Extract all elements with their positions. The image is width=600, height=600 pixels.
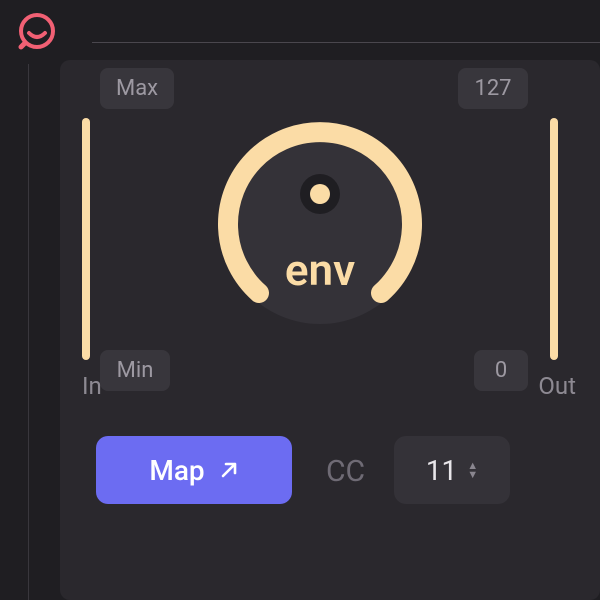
cc-value-stepper[interactable]: 11 ▲▼ xyxy=(394,436,510,504)
min-value: 0 xyxy=(474,350,528,391)
left-divider xyxy=(28,64,29,600)
dial-indicator-dot xyxy=(310,184,330,204)
logo-icon xyxy=(16,10,58,52)
in-label: In xyxy=(82,372,102,400)
dial-arc xyxy=(204,108,436,340)
arrow-up-right-icon xyxy=(219,460,239,480)
max-label: Max xyxy=(100,68,174,109)
max-value: 127 xyxy=(458,68,528,109)
cc-value-text: 11 xyxy=(426,454,457,487)
dial-label: env xyxy=(204,244,436,296)
out-range-slider[interactable] xyxy=(550,118,558,360)
map-button-label: Map xyxy=(149,454,204,487)
envelope-panel: Max 127 env Min 0 In Out Map CC 11 ▲▼ xyxy=(60,60,600,600)
top-divider xyxy=(92,42,600,43)
env-dial[interactable]: env xyxy=(204,108,436,340)
out-label: Out xyxy=(538,372,576,400)
stepper-arrows-icon: ▲▼ xyxy=(467,462,478,478)
cc-label: CC xyxy=(326,454,365,489)
map-button[interactable]: Map xyxy=(96,436,292,504)
min-label: Min xyxy=(100,350,170,391)
in-range-slider[interactable] xyxy=(82,118,90,360)
